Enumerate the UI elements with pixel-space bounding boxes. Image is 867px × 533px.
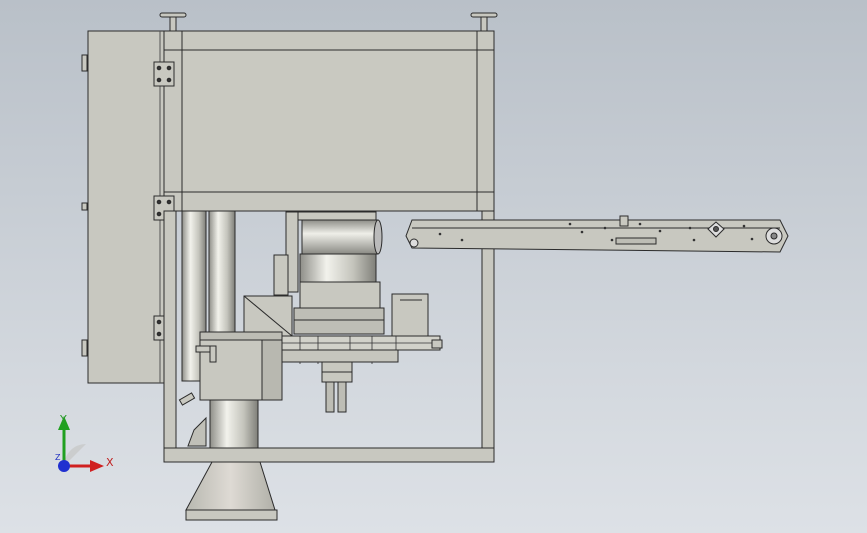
y-axis-label: Y (60, 413, 67, 426)
leveling-foot-right (470, 12, 498, 32)
discharge-hopper (185, 461, 278, 521)
graphics-viewport[interactable]: Y X Z (0, 0, 867, 533)
door-hinge-upper (153, 61, 175, 87)
conveyor-arm (405, 215, 789, 253)
leveling-foot-left (159, 12, 187, 32)
gripper-assembly (321, 361, 353, 413)
cabinet-door (81, 30, 165, 384)
coordinate-triad: Y X Z (44, 412, 120, 482)
lower-cylinder (178, 392, 259, 449)
upper-frame-panel (163, 30, 495, 212)
feeder-housing (195, 331, 283, 401)
x-axis-label: X (106, 456, 114, 469)
machine-model-view[interactable] (0, 0, 867, 533)
x-axis-head (90, 460, 104, 472)
vertical-cylinder-right (208, 210, 236, 337)
z-axis-label: Z (55, 453, 61, 462)
